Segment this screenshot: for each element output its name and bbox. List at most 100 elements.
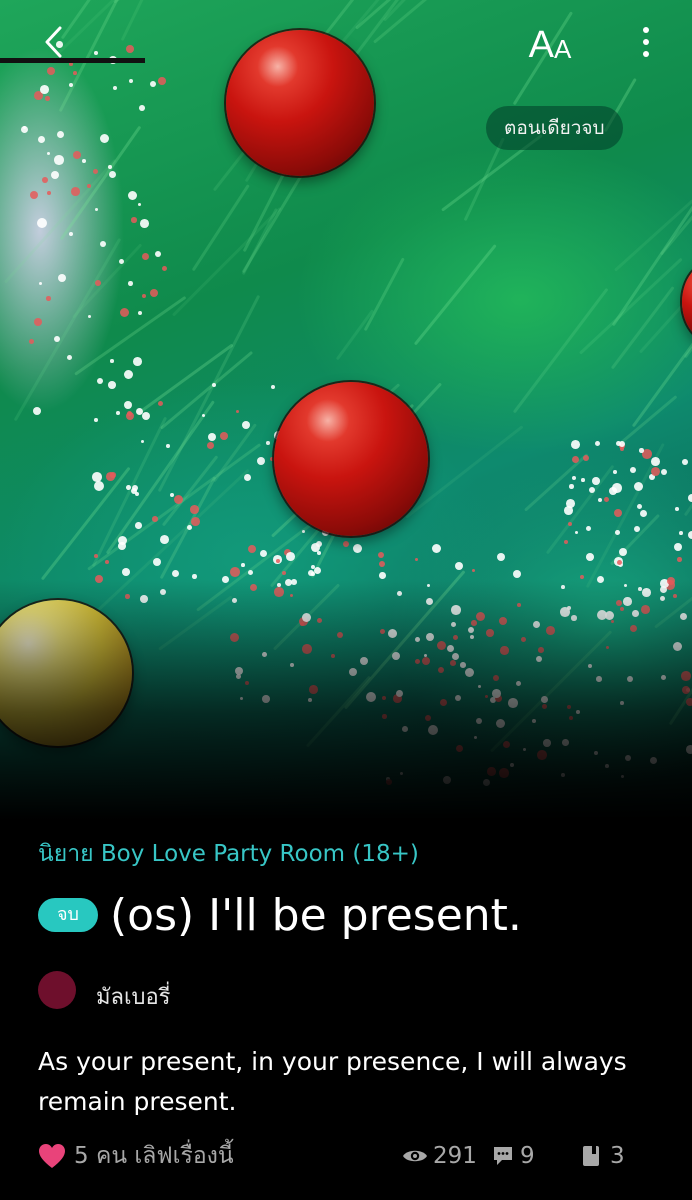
snow-dot [651,457,660,466]
snow-dot [634,482,644,492]
snow-dot [276,559,280,563]
snow-dot [677,557,682,562]
snow-dot [88,315,91,318]
snow-dot [637,504,643,510]
snow-dot [598,498,603,503]
snow-dot [138,311,143,316]
snow-dot [97,378,104,385]
snow-dot [133,357,142,366]
story-category[interactable]: นิยาย Boy Love Party Room (18+) [38,836,419,872]
snow-dot [497,553,506,562]
love-button[interactable]: 5 คน เลิฟเรื่องนี้ [38,1136,234,1176]
cover-fade [0,580,692,820]
snow-dot [619,548,627,556]
snow-dot [613,470,617,474]
snow-dot [639,448,644,453]
snow-dot [71,187,80,196]
snow-dot [21,126,29,134]
snow-dot [207,442,214,449]
ornament-red-middle [274,382,428,536]
author-name[interactable]: มัลเบอรี่ [96,979,171,1014]
snow-dot [571,440,580,449]
snow-dot [581,478,585,482]
snow-dot [87,184,91,188]
snow-dot [302,530,306,534]
more-options-button[interactable] [626,20,666,64]
snow-dot [93,169,98,174]
snow-dot [586,553,594,561]
snow-dot [589,487,596,494]
comment-count: 9 [492,1136,535,1176]
snow-dot [353,544,363,554]
snow-dot [640,510,648,518]
story-stats: 5 คน เลิฟเรื่องนี้ 291 9 3 [38,1136,658,1176]
snow-dot [682,459,688,465]
snow-dot [160,535,169,544]
snow-dot [379,572,386,579]
snow-dot [126,485,131,490]
snow-dot [583,455,590,462]
snow-dot [472,569,475,572]
snow-dot [69,232,73,236]
snow-dot [379,561,386,568]
snow-dot [95,208,99,212]
snow-dot [94,51,98,55]
snow-dot [113,86,118,91]
snow-dot [612,483,622,493]
snow-dot [94,418,98,422]
snow-dot [33,407,42,416]
snow-dot [139,105,145,111]
snow-dot [158,401,164,407]
snow-dot [110,472,116,478]
font-size-icon-small: A [554,34,572,64]
story-detail-screen: AA ตอนเดียวจบ นิยาย Boy Love Party Room … [0,0,692,1200]
snow-dot [128,281,133,286]
author-avatar[interactable] [38,971,76,1009]
snow-dot [415,558,419,562]
snow-dot [47,191,51,195]
snow-dot [47,152,51,156]
snow-dot [73,151,82,160]
snow-dot [513,570,522,579]
snow-dot [45,96,50,101]
snow-dot [40,85,49,94]
snow-dot [595,441,601,447]
snow-dot [46,296,51,301]
snow-dot [142,412,151,421]
heart-icon [39,1144,65,1168]
snow-dot [132,485,139,492]
snow-dot [191,517,200,526]
snow-dot [212,383,217,388]
snow-dot [615,530,620,535]
snow-dot [688,531,692,540]
snow-dot [29,339,34,344]
font-size-button[interactable]: AA [520,20,580,64]
story-title: (os) I'll be present. [110,890,522,941]
snow-dot [616,441,621,446]
snow-dot [220,432,228,440]
snow-dot [282,571,287,576]
snow-dot [142,294,146,298]
snow-dot [118,542,126,550]
comment-count-value: 9 [520,1143,535,1169]
snow-dot [236,410,240,414]
snow-dot [688,494,692,502]
snow-dot [162,266,168,272]
snow-dot [661,469,668,476]
snow-dot [140,219,149,228]
snow-dot [286,552,295,561]
snow-dot [575,531,579,535]
snow-dot [135,522,142,529]
snow-dot [192,574,197,579]
more-dot-icon [643,39,649,45]
more-dot-icon [643,27,649,33]
snow-dot [634,526,641,533]
snow-dot [614,509,623,518]
snow-dot [572,476,577,481]
snow-dot [110,359,114,363]
snow-dot [38,136,46,144]
snow-dot [241,563,245,567]
snow-dot [54,155,64,165]
snow-dot [604,497,610,503]
snow-dot [51,171,60,180]
